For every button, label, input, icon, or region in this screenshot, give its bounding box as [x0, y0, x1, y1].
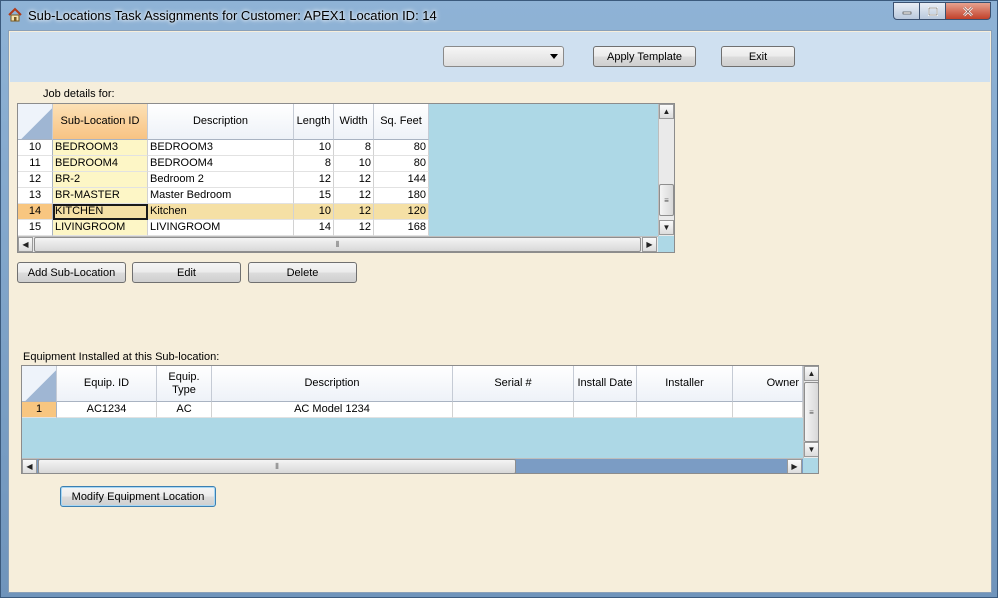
maximize-icon [927, 6, 938, 16]
maximize-button[interactable] [920, 2, 946, 20]
exit-button[interactable]: Exit [721, 46, 795, 67]
scroll-right-icon[interactable]: ▶ [787, 459, 802, 473]
main-window: Sub-Locations Task Assignments for Custo… [0, 0, 998, 598]
width-cell[interactable]: 12 [334, 220, 374, 236]
width-cell[interactable]: 10 [334, 156, 374, 172]
width-cell[interactable]: 12 [334, 172, 374, 188]
job-details-grid[interactable]: Sub-Location ID Description Length Width… [17, 103, 675, 253]
apply-template-button[interactable]: Apply Template [593, 46, 696, 67]
sub-location-id-cell[interactable]: BEDROOM4 [53, 156, 148, 172]
add-sub-location-button[interactable]: Add Sub-Location [17, 262, 126, 283]
equip-type-cell[interactable]: AC [157, 402, 212, 418]
description-cell[interactable]: Master Bedroom [148, 188, 294, 204]
equipment-grid-vertical-thumb[interactable]: ≡ [804, 382, 818, 442]
scroll-down-icon[interactable]: ▼ [804, 442, 818, 457]
row-header[interactable]: 13 [18, 188, 53, 204]
sq-feet-cell[interactable]: 80 [374, 140, 429, 156]
column-header-owner[interactable]: Owner [733, 366, 803, 402]
edit-button[interactable]: Edit [132, 262, 241, 283]
equipment-grid[interactable]: Equip. ID Equip. Type Description Serial… [21, 365, 819, 474]
sub-location-id-cell[interactable]: BR-2 [53, 172, 148, 188]
minimize-button[interactable] [893, 2, 920, 20]
job-grid-vertical-scrollbar[interactable]: ▲ ≡ ▼ [658, 104, 674, 236]
equip-id-cell[interactable]: AC1234 [57, 402, 157, 418]
description-cell[interactable]: BEDROOM4 [148, 156, 294, 172]
length-cell[interactable]: 10 [294, 140, 334, 156]
sub-location-id-cell[interactable]: BR-MASTER [53, 188, 148, 204]
width-cell[interactable]: 12 [334, 204, 374, 220]
template-select[interactable] [443, 46, 564, 67]
description-cell[interactable]: AC Model 1234 [212, 402, 453, 418]
column-header-install-date[interactable]: Install Date [574, 366, 637, 402]
column-header-equip-type[interactable]: Equip. Type [157, 366, 212, 402]
description-cell[interactable]: LIVINGROOM [148, 220, 294, 236]
window-title: Sub-Locations Task Assignments for Custo… [28, 8, 437, 23]
length-cell[interactable]: 12 [294, 172, 334, 188]
scroll-down-icon[interactable]: ▼ [659, 220, 674, 235]
sub-location-id-cell[interactable]: BEDROOM3 [53, 140, 148, 156]
chevron-down-icon [550, 54, 558, 59]
column-header-sq-feet[interactable]: Sq. Feet [374, 104, 429, 140]
job-grid-horizontal-thumb[interactable]: ⦀ [34, 237, 641, 252]
column-header-equip-id[interactable]: Equip. ID [57, 366, 157, 402]
column-header-serial[interactable]: Serial # [453, 366, 574, 402]
row-header[interactable]: 12 [18, 172, 53, 188]
scroll-up-icon[interactable]: ▲ [804, 366, 818, 381]
equipment-grid-horizontal-scrollbar[interactable]: ◀ ⦀ ▶ [22, 458, 803, 473]
row-header[interactable]: 10 [18, 140, 53, 156]
equipment-grid-horizontal-thumb[interactable]: ⦀ [38, 459, 516, 473]
column-header-sub-location-id[interactable]: Sub-Location ID [53, 104, 148, 140]
close-button[interactable] [946, 2, 991, 20]
home-icon [8, 7, 22, 22]
scroll-right-icon[interactable]: ▶ [642, 237, 657, 252]
column-header-length[interactable]: Length [294, 104, 334, 140]
length-cell[interactable]: 14 [294, 220, 334, 236]
row-header[interactable]: 15 [18, 220, 53, 236]
description-cell[interactable]: Bedroom 2 [148, 172, 294, 188]
modify-equipment-location-button[interactable]: Modify Equipment Location [60, 486, 216, 507]
description-cell[interactable]: BEDROOM3 [148, 140, 294, 156]
owner-cell[interactable] [733, 402, 803, 418]
length-cell[interactable]: 10 [294, 204, 334, 220]
sq-feet-cell[interactable]: 180 [374, 188, 429, 204]
column-header-description[interactable]: Description [212, 366, 453, 402]
job-grid-horizontal-scrollbar[interactable]: ◀ ⦀ ▶ [18, 236, 658, 252]
length-cell[interactable]: 8 [294, 156, 334, 172]
job-details-label: Job details for: [43, 88, 115, 100]
job-grid-vertical-thumb[interactable]: ≡ [659, 184, 674, 216]
equipment-label: Equipment Installed at this Sub-location… [23, 351, 220, 363]
grid-corner [18, 104, 53, 140]
serial-cell[interactable] [453, 402, 574, 418]
equipment-grid-vertical-scrollbar[interactable]: ▲ ≡ ▼ [803, 366, 818, 458]
row-header[interactable]: 11 [18, 156, 53, 172]
width-cell[interactable]: 8 [334, 140, 374, 156]
sq-feet-cell[interactable]: 144 [374, 172, 429, 188]
column-header-description[interactable]: Description [148, 104, 294, 140]
sub-location-id-cell[interactable]: KITCHEN [53, 204, 148, 220]
column-header-installer[interactable]: Installer [637, 366, 733, 402]
column-header-width[interactable]: Width [334, 104, 374, 140]
sq-feet-cell[interactable]: 168 [374, 220, 429, 236]
sub-location-id-cell[interactable]: LIVINGROOM [53, 220, 148, 236]
scroll-up-icon[interactable]: ▲ [659, 104, 674, 119]
grid-corner [22, 366, 57, 402]
row-header[interactable]: 1 [22, 402, 57, 418]
length-cell[interactable]: 15 [294, 188, 334, 204]
installer-cell[interactable] [637, 402, 733, 418]
title-bar: Sub-Locations Task Assignments for Custo… [1, 1, 997, 29]
install-date-cell[interactable] [574, 402, 637, 418]
minimize-icon [902, 11, 911, 15]
width-cell[interactable]: 12 [334, 188, 374, 204]
description-cell[interactable]: Kitchen [148, 204, 294, 220]
client-area: Apply Template Exit Job details for: Sub… [8, 30, 992, 593]
row-header[interactable]: 14 [18, 204, 53, 220]
sq-feet-cell[interactable]: 80 [374, 156, 429, 172]
scroll-left-icon[interactable]: ◀ [22, 459, 37, 473]
scroll-left-icon[interactable]: ◀ [18, 237, 33, 252]
sq-feet-cell[interactable]: 120 [374, 204, 429, 220]
close-icon [963, 6, 973, 16]
delete-button[interactable]: Delete [248, 262, 357, 283]
